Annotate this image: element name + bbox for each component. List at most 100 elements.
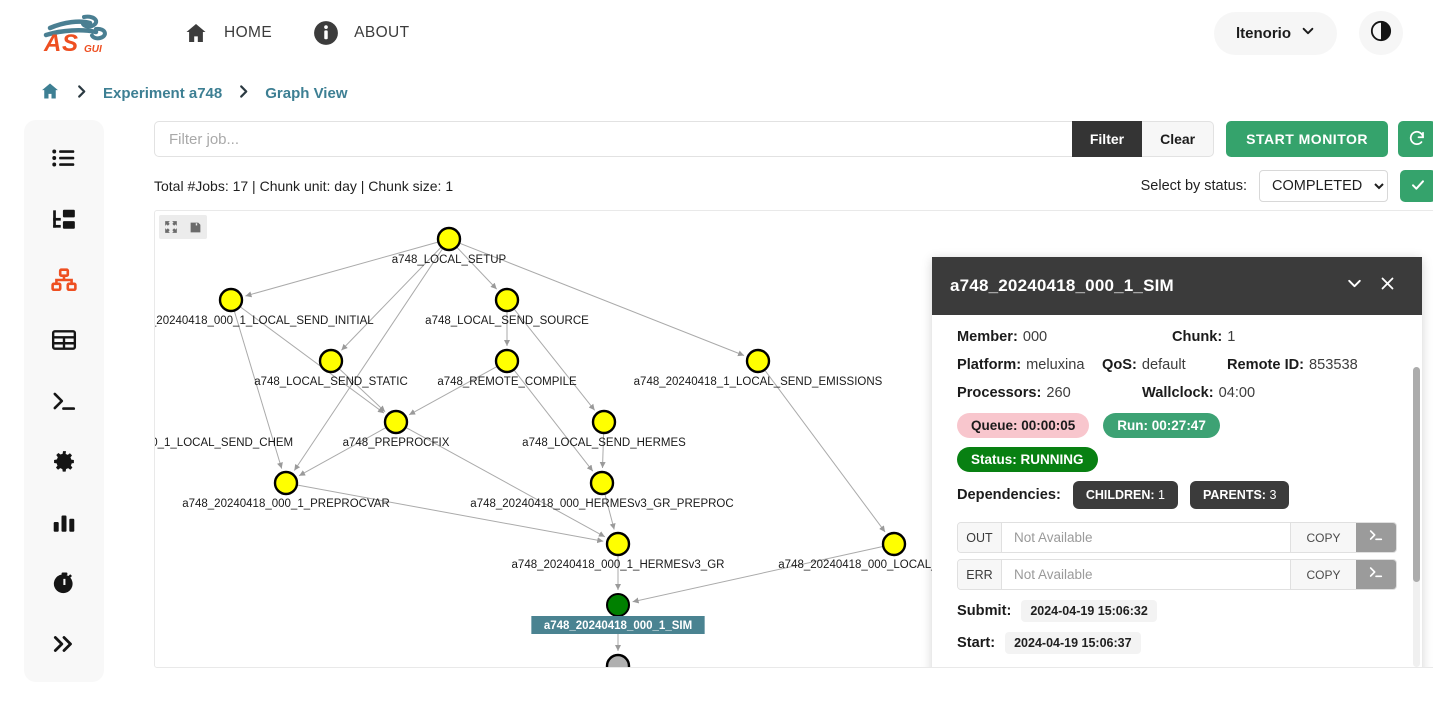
breadcrumb: Experiment a748 Graph View [0, 66, 1433, 120]
chunk-value: 1 [1227, 329, 1235, 345]
processors-key: Processors: [957, 385, 1041, 401]
out-value: Not Available [1002, 523, 1290, 552]
children-label: CHILDREN: [1086, 488, 1155, 502]
breadcrumb-item-experiment[interactable]: Experiment a748 [103, 85, 222, 102]
status-select[interactable]: COMPLETED [1259, 170, 1388, 202]
graph-node-running[interactable] [607, 594, 629, 616]
sidebar-item-settings[interactable] [47, 445, 81, 478]
nav-item-home[interactable]: HOME [182, 19, 272, 47]
children-chip[interactable]: CHILDREN: 1 [1073, 481, 1178, 509]
graph-node-completed[interactable] [591, 472, 613, 494]
sidebar-item-performance[interactable] [47, 567, 81, 600]
filter-job-input[interactable] [154, 121, 1072, 157]
dependencies-key: Dependencies: [957, 487, 1061, 503]
parents-chip[interactable]: PARENTS: 3 [1190, 481, 1289, 509]
out-tag: OUT [958, 523, 1002, 552]
main-panel: Filter Clear START MONITOR Total #Jobs: … [154, 120, 1433, 726]
clear-button[interactable]: Clear [1142, 121, 1214, 157]
graph-edge [299, 428, 385, 476]
user-name: ltenorio [1236, 25, 1291, 42]
sidebar-item-expand[interactable] [47, 627, 81, 660]
submit-row: Submit: 2024-04-19 15:06:32 [957, 600, 1397, 622]
panel-header: a748_20240418_000_1_SIM [932, 257, 1422, 315]
err-log-row: ERR Not Available COPY [957, 559, 1397, 590]
panel-close-button[interactable] [1371, 275, 1404, 297]
qos-key: QoS: [1102, 357, 1137, 373]
qos-value: default [1142, 357, 1186, 373]
breadcrumb-home-icon[interactable] [40, 81, 60, 106]
panel-scrollbar-thumb[interactable] [1413, 367, 1420, 582]
graph-node-label: a748_LOCAL_SEND_SOURCE [425, 315, 589, 327]
app-logo[interactable]: A S GUI [40, 11, 118, 55]
sidebar-item-console[interactable] [47, 385, 81, 418]
graph-node-completed[interactable] [607, 533, 629, 555]
sidebar-item-graph-view[interactable] [47, 263, 81, 296]
graph-edge [633, 547, 883, 602]
status-select-group: Select by status: COMPLETED [1141, 170, 1433, 202]
page-content: Filter Clear START MONITOR Total #Jobs: … [0, 120, 1433, 726]
graph-node-completed[interactable] [220, 289, 242, 311]
contrast-icon [1370, 20, 1392, 47]
close-icon [1379, 275, 1396, 297]
user-menu-button[interactable]: ltenorio [1214, 12, 1337, 55]
apply-status-button[interactable] [1400, 170, 1433, 202]
graph-node-completed[interactable] [438, 228, 460, 250]
children-count: 1 [1158, 488, 1165, 502]
graph-node-label: a748_20240418_000_HERMESv3_GR_PREPROC [470, 498, 733, 510]
panel-scrollbar[interactable] [1413, 367, 1420, 667]
graph-node-label: a748_20240418_000_1_LOCAL_SEND_INITIAL [155, 315, 374, 327]
top-navigation-bar: A S GUI HOME ABOUT ltenorio [0, 0, 1433, 66]
start-value: 2024-04-19 15:06:37 [1005, 632, 1140, 654]
start-monitor-button[interactable]: START MONITOR [1226, 121, 1388, 157]
filter-toolbar: Filter Clear START MONITOR [154, 120, 1433, 158]
nav-label-about: ABOUT [354, 24, 409, 42]
graph-node-completed[interactable] [320, 350, 342, 372]
sidebar-item-tree-view[interactable] [47, 203, 81, 236]
out-log-row: OUT Not Available COPY [957, 522, 1397, 553]
row-member-chunk: Member: 000 Chunk: 1 [957, 329, 1397, 345]
graph-fullscreen-button[interactable] [159, 215, 183, 239]
graph-node-label: a748_LOCAL_SETUP [392, 254, 507, 266]
start-key: Start: [957, 635, 995, 651]
breadcrumb-item-graph-view[interactable]: Graph View [265, 85, 347, 102]
queue-time-badge: Queue: 00:00:05 [957, 413, 1089, 438]
graph-node-label: a748_20240418_000_1_LOCAL_SEND_CHEM [155, 437, 293, 449]
theme-toggle-button[interactable] [1359, 11, 1403, 55]
panel-body: Member: 000 Chunk: 1 Platform: meluxina [932, 315, 1422, 668]
graph-save-button[interactable] [183, 215, 207, 239]
filter-button[interactable]: Filter [1072, 121, 1142, 157]
graph-node-completed[interactable] [747, 350, 769, 372]
nav-item-about[interactable]: ABOUT [312, 19, 409, 47]
err-value: Not Available [1002, 560, 1290, 589]
graph-node-waiting[interactable] [607, 655, 629, 668]
remote-id-key: Remote ID: [1227, 357, 1304, 373]
chunk-key: Chunk: [1172, 329, 1222, 345]
refresh-button[interactable] [1398, 121, 1433, 157]
graph-node-completed[interactable] [275, 472, 297, 494]
graph-node-completed[interactable] [496, 350, 518, 372]
submit-key: Submit: [957, 603, 1011, 619]
sidebar-item-table-view[interactable] [47, 324, 81, 357]
processors-value: 260 [1046, 385, 1070, 401]
err-tag: ERR [958, 560, 1002, 589]
svg-text:A: A [43, 30, 61, 55]
graph-node-completed[interactable] [496, 289, 518, 311]
terminal-icon [1368, 527, 1384, 548]
home-icon [182, 19, 210, 47]
graph-node-completed[interactable] [883, 533, 905, 555]
err-terminal-button[interactable] [1356, 560, 1396, 589]
graph-node-label: a748_PREPROCFIX [343, 437, 450, 449]
sidebar-item-job-list[interactable] [47, 142, 81, 175]
start-row: Start: 2024-04-19 15:06:37 [957, 632, 1397, 654]
sidebar-item-statistics[interactable] [47, 506, 81, 539]
out-terminal-button[interactable] [1356, 523, 1396, 552]
err-copy-button[interactable]: COPY [1290, 560, 1356, 589]
graph-node-completed[interactable] [385, 411, 407, 433]
graph-node-completed[interactable] [593, 411, 615, 433]
panel-collapse-button[interactable] [1338, 275, 1371, 297]
graph-canvas-container[interactable]: a748_LOCAL_SETUP a748_20240418_000_1_LOCA… [154, 210, 1433, 668]
graph-node-label: a748_LOCAL_SEND_HERMES [522, 437, 686, 449]
chevron-down-icon [1301, 24, 1315, 43]
out-copy-button[interactable]: COPY [1290, 523, 1356, 552]
wallclock-key: Wallclock: [1142, 385, 1214, 401]
